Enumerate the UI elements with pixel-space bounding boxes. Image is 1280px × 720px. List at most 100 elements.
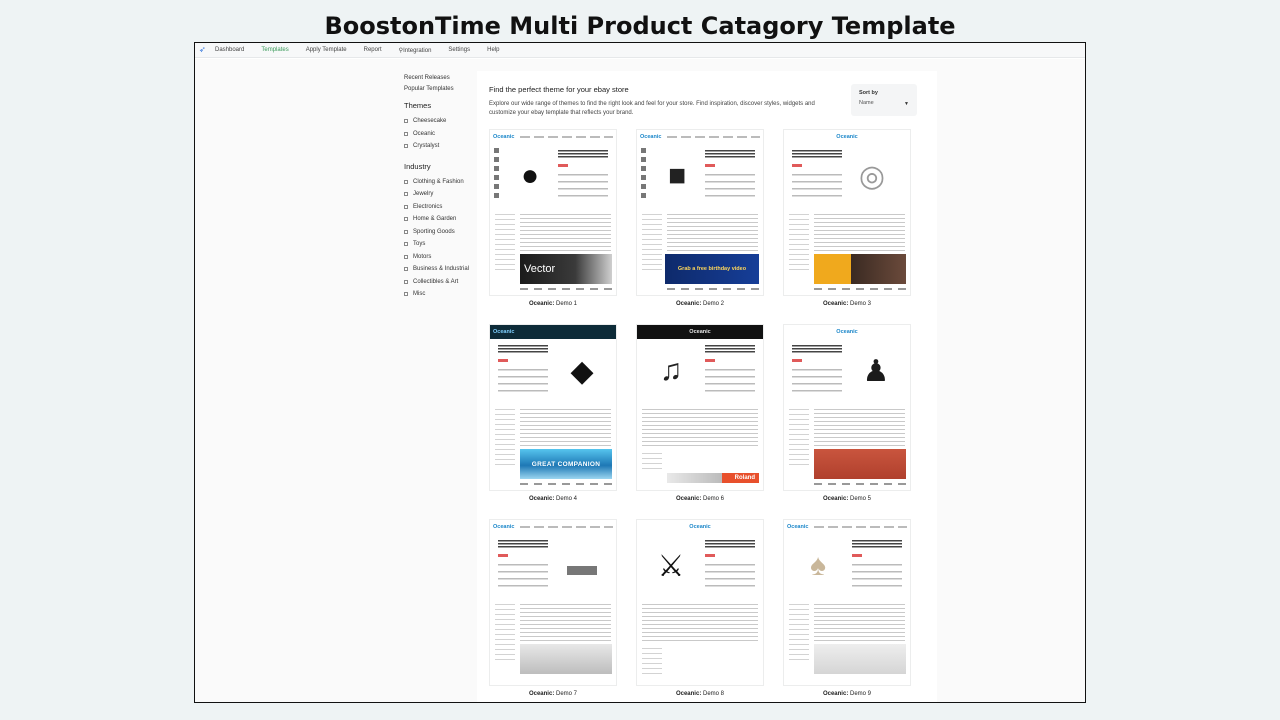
checkbox[interactable] [404,292,408,297]
filter-label: Home & Garden [413,216,457,223]
checkbox[interactable] [404,119,408,124]
template-card-demo-6[interactable]: Oceanic ♫ Roland Oceanic: Demo 6 [636,324,764,502]
template-preview[interactable]: Oceanic ● Vector [489,129,617,296]
theme-name: Oceanic: [822,496,849,502]
filter-label: Jewelry [413,191,434,198]
template-caption[interactable]: Oceanic: Demo 2 [636,301,764,307]
link-recent-releases[interactable]: Recent Releases [404,75,474,81]
filter-industry-business[interactable]: Business & Industrial [404,263,474,276]
template-caption[interactable]: Oceanic: Demo 8 [636,691,764,697]
filter-industry-home-garden[interactable]: Home & Garden [404,213,474,226]
nav-templates[interactable]: Templates [261,47,288,53]
filter-label: Crystalyst [413,143,440,150]
drumkit-product-image: ♫ [659,354,683,387]
demo-name: Demo 1 [556,301,578,307]
nav-report[interactable]: Report [364,47,382,53]
nav-integration-label: Integration [403,47,432,54]
preview-header: Oceanic [784,325,910,339]
checkbox[interactable] [404,131,408,136]
template-caption[interactable]: Oceanic: Demo 1 [489,301,617,307]
page-description: Explore our wide range of themes to find… [489,101,815,116]
filter-industry-electronics[interactable]: Electronics [404,201,474,214]
preview-header: Oceanic [784,130,910,144]
nav-help[interactable]: Help [487,47,499,53]
checkbox[interactable] [404,279,408,284]
sidebar-lines [642,648,662,678]
nav-settings[interactable]: Settings [448,47,470,53]
filter-theme-cheesecake[interactable]: Cheesecake [404,115,474,128]
filter-theme-oceanic[interactable]: Oceanic [404,128,474,141]
checkbox[interactable] [404,242,408,247]
template-preview[interactable]: Oceanic ♫ Roland [636,324,764,491]
nav-apply-template[interactable]: Apply Template [306,47,347,53]
filter-industry-misc[interactable]: Misc [404,288,474,301]
template-preview[interactable]: Oceanic ■ Grab a free birthday video [636,129,764,296]
oceanic-logo: Oceanic [493,524,515,530]
filter-industry-sporting[interactable]: Sporting Goods [404,226,474,239]
gallery-thumbs [494,148,499,202]
nav-integration[interactable]: ⚲Integration [399,47,432,54]
feature-lines [705,174,755,202]
filter-industry-clothing[interactable]: Clothing & Fashion [404,176,474,189]
template-card-demo-3[interactable]: Oceanic ◎ Oceanic: Demo 3 [783,129,911,307]
product-title-lines [705,150,755,159]
description-lines [667,214,758,254]
sidebar-lines [495,409,515,467]
product-title-lines [792,150,842,159]
checkbox[interactable] [404,144,408,149]
sort-dropdown[interactable]: Sort by Name ▼ [851,84,917,116]
filter-theme-crystalyst[interactable]: Crystalyst [404,140,474,153]
price-line [852,554,862,557]
template-caption[interactable]: Oceanic: Demo 4 [489,496,617,502]
link-popular-templates[interactable]: Popular Templates [404,86,474,92]
template-caption[interactable]: Oceanic: Demo 3 [783,301,911,307]
sort-label: Sort by [859,90,878,96]
nav-dashboard[interactable]: Dashboard [215,47,244,53]
template-card-demo-8[interactable]: Oceanic ⚔ Oceanic: Demo 8 [636,519,764,697]
template-caption[interactable]: Oceanic: Demo 7 [489,691,617,697]
checkbox[interactable] [404,254,408,259]
demo-name: Demo 3 [850,301,872,307]
filter-sidebar: Recent Releases Popular Templates Themes… [404,75,474,301]
filter-industry-jewelry[interactable]: Jewelry [404,188,474,201]
apparel-product-image: ♟ [862,354,890,388]
description-lines [642,604,758,644]
filter-label: Misc [413,291,426,298]
template-preview[interactable]: Oceanic ⚔ [636,519,764,686]
filter-label: Business & Industrial [413,266,470,273]
product-title-lines [498,345,548,354]
template-preview[interactable]: Oceanic ◆ GREAT COMPANION [489,324,617,491]
filter-industry-collectibles[interactable]: Collectibles & Art [404,276,474,289]
template-preview[interactable]: Oceanic ◎ [783,129,911,296]
oceanic-logo: Oceanic [787,524,809,530]
template-card-demo-2[interactable]: Oceanic ■ Grab a free birthday video Oce… [636,129,764,307]
template-caption[interactable]: Oceanic: Demo 5 [783,496,911,502]
template-preview[interactable]: Oceanic ▬ [489,519,617,686]
checkbox[interactable] [404,204,408,209]
template-card-demo-1[interactable]: Oceanic ● Vector Oceanic: Demo 1 [489,129,617,307]
rocket-logo-icon[interactable]: ➶ [199,46,207,54]
template-preview[interactable]: Oceanic ♠ [783,519,911,686]
filter-industry-motors[interactable]: Motors [404,251,474,264]
preview-header: Oceanic [490,325,616,339]
template-card-demo-5[interactable]: Oceanic ♟ Oceanic: Demo 5 [783,324,911,502]
preview-footer [814,483,906,485]
checkbox[interactable] [404,192,408,197]
template-caption[interactable]: Oceanic: Demo 9 [783,691,911,697]
feature-lines [498,369,548,397]
checkbox[interactable] [404,229,408,234]
template-card-demo-7[interactable]: Oceanic ▬ Oceanic: Demo 7 [489,519,617,697]
filter-label: Clothing & Fashion [413,178,464,185]
checkbox[interactable] [404,217,408,222]
template-preview[interactable]: Oceanic ♟ [783,324,911,491]
template-card-demo-9[interactable]: Oceanic ♠ Oceanic: Demo 9 [783,519,911,697]
demo-name: Demo 2 [703,301,725,307]
ring-product-image: ◎ [858,159,886,193]
template-card-demo-4[interactable]: Oceanic ◆ GREAT COMPANION Oceanic: Demo … [489,324,617,502]
promo-banner [814,254,906,284]
checkbox[interactable] [404,179,408,184]
checkbox[interactable] [404,267,408,272]
template-caption[interactable]: Oceanic: Demo 6 [636,496,764,502]
description-lines [520,214,611,254]
filter-industry-toys[interactable]: Toys [404,238,474,251]
